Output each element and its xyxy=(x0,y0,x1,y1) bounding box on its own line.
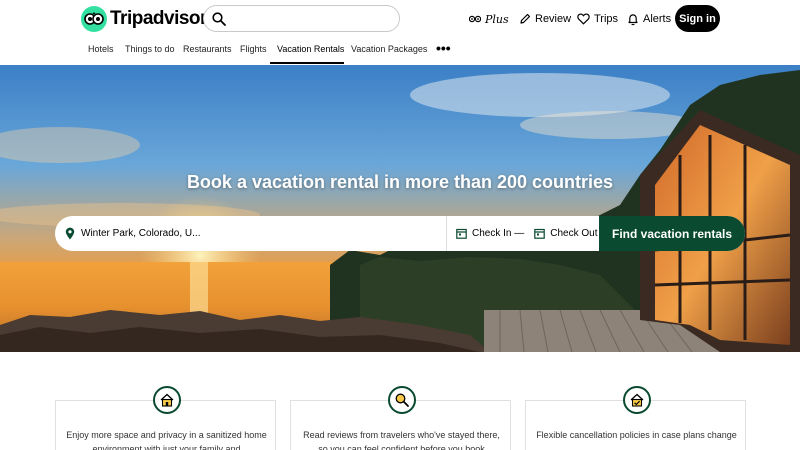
hero-lake-cabin-image xyxy=(0,65,800,352)
bell-icon xyxy=(628,13,638,25)
check-out-label: Check Out xyxy=(550,228,598,239)
feature-text: Read reviews from travelers who've staye… xyxy=(303,430,500,450)
calendar-icon xyxy=(534,228,546,239)
category-nav: Hotels Things to do Restaurants Flights … xyxy=(0,38,800,65)
feature-card-reviews: Read reviews from travelers who've staye… xyxy=(290,386,511,450)
review-button[interactable]: Review xyxy=(519,8,571,30)
location-field[interactable]: Winter Park, Colorado, U... xyxy=(55,216,446,251)
top-header: Tripadvisor Plus Review Trips Alerts Sig… xyxy=(0,0,800,38)
trips-label: Trips xyxy=(594,13,619,25)
hero-banner: Book a vacation rental in more than 200 … xyxy=(0,65,800,352)
plus-button[interactable]: Plus xyxy=(469,8,509,30)
calendar-icon xyxy=(456,228,467,239)
house-icon xyxy=(153,386,181,414)
check-out-field[interactable]: Check Out xyxy=(534,228,598,239)
check-in-label: Check In — xyxy=(472,228,525,239)
check-in-field[interactable]: Check In — xyxy=(456,228,524,239)
hero-title: Book a vacation rental in more than 200 … xyxy=(186,172,614,192)
tab-hotels[interactable]: Hotels xyxy=(88,44,114,54)
sign-in-button[interactable]: Sign in xyxy=(675,5,720,32)
date-range-field[interactable]: Check In — Check Out xyxy=(446,216,599,251)
more-menu-icon[interactable]: ••• xyxy=(436,40,451,56)
tab-flights[interactable]: Flights xyxy=(240,44,267,54)
feature-card-cancellation: Flexible cancellation policies in case p… xyxy=(525,386,746,450)
pencil-icon xyxy=(520,13,531,24)
location-value: Winter Park, Colorado, U... xyxy=(81,228,201,239)
trips-button[interactable]: Trips xyxy=(577,8,618,30)
active-tab-indicator xyxy=(270,62,344,64)
alerts-label: Alerts xyxy=(643,13,672,25)
plus-logo-icon xyxy=(469,15,481,23)
tab-things-to-do[interactable]: Things to do xyxy=(125,44,175,54)
tab-vacation-packages[interactable]: Vacation Packages xyxy=(351,44,427,54)
map-pin-icon xyxy=(65,227,75,240)
magnifier-icon xyxy=(388,386,416,414)
rental-search-bar: Winter Park, Colorado, U... Check In — C… xyxy=(55,216,745,251)
tab-restaurants[interactable]: Restaurants xyxy=(183,44,232,54)
tab-vacation-rentals[interactable]: Vacation Rentals xyxy=(277,44,344,54)
house-check-icon xyxy=(623,386,651,414)
heart-icon xyxy=(577,13,590,25)
review-label: Review xyxy=(535,13,572,25)
find-vacation-rentals-button[interactable]: Find vacation rentals xyxy=(599,216,745,251)
plus-label: Plus xyxy=(485,12,509,26)
alerts-button[interactable]: Alerts xyxy=(627,8,671,30)
feature-text: Enjoy more space and privacy in a saniti… xyxy=(66,430,267,450)
feature-text: Flexible cancellation policies in case p… xyxy=(536,430,737,440)
feature-card-privacy: Enjoy more space and privacy in a saniti… xyxy=(55,386,276,450)
